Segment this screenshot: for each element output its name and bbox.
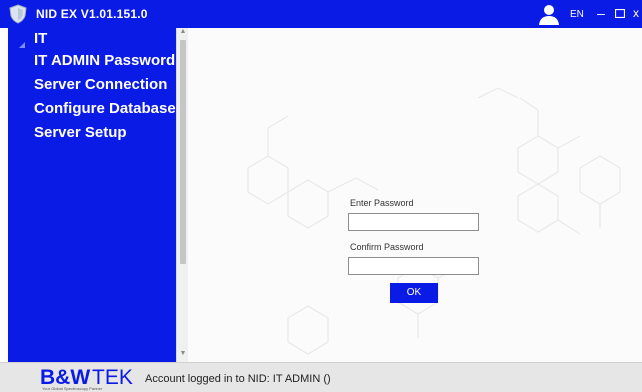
confirm-password-label: Confirm Password	[350, 242, 424, 252]
user-icon[interactable]	[538, 3, 560, 25]
sidebar-item-configure-database[interactable]: Configure Database	[34, 100, 176, 117]
close-button[interactable]: x	[630, 5, 642, 21]
bwtek-logo: B&W TEK Your Global Spectroscopy Partner	[40, 366, 133, 391]
molecule-background-watermark	[247, 87, 621, 355]
sidebar-item-server-setup[interactable]: Server Setup	[34, 124, 127, 141]
sidebar-item-it-admin-password[interactable]: IT ADMIN Password	[34, 52, 175, 69]
ok-button[interactable]: OK	[390, 283, 438, 303]
collapse-arrow-icon[interactable]	[18, 36, 26, 48]
main-panel: Enter Password Confirm Password OK	[188, 28, 642, 362]
confirm-password-input[interactable]	[348, 257, 479, 275]
svg-text:Your Global Spectroscopy Partn: Your Global Spectroscopy Partner	[42, 386, 103, 391]
enter-password-input[interactable]	[348, 213, 479, 231]
app-shield-icon	[8, 4, 28, 24]
sidebar-nav: IT IT ADMIN Password Server Connection C…	[8, 28, 188, 362]
title-bar: NID EX V1.01.151.0 EN – x	[0, 0, 642, 28]
scroll-up-icon[interactable]: ▲	[179, 28, 187, 38]
window-title: NID EX V1.01.151.0	[36, 7, 148, 21]
maximize-icon	[615, 9, 625, 18]
status-text: Account logged in to NID: IT ADMIN ()	[145, 373, 331, 385]
enter-password-label: Enter Password	[350, 198, 414, 208]
scrollbar-thumb[interactable]	[180, 40, 186, 264]
status-bar: B&W TEK Your Global Spectroscopy Partner…	[0, 362, 642, 392]
maximize-button[interactable]	[613, 5, 627, 21]
sidebar-item-server-connection[interactable]: Server Connection	[34, 76, 167, 93]
minimize-button[interactable]: –	[594, 5, 608, 21]
sidebar-item-it[interactable]: IT	[34, 30, 47, 47]
scroll-down-icon[interactable]: ▼	[179, 350, 187, 360]
language-selector[interactable]: EN	[570, 9, 584, 20]
